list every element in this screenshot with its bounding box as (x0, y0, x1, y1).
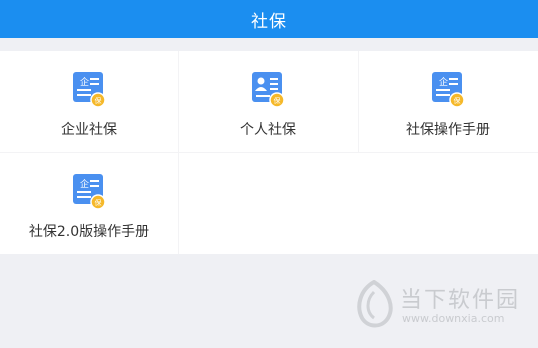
tile-label: 个人社保 (240, 122, 296, 138)
enterprise-card-icon: 企 保 (432, 72, 465, 108)
tile-personal-social-security[interactable]: 保 个人社保 (179, 51, 357, 152)
tile-enterprise-social-security[interactable]: 企 保 企业社保 (0, 51, 178, 152)
enterprise-card-icon: 企 保 (73, 72, 106, 108)
person-card-icon: 保 (252, 72, 285, 108)
app-header: 社保 (0, 0, 538, 38)
watermark-name: 当下软件园 (400, 288, 521, 313)
svg-text:企: 企 (439, 76, 448, 88)
watermark: 当下软件园 www.downxia.com (352, 280, 522, 330)
menu-grid: 企 保 企业社保 保 个人社保 企 保 社保操作手册 企 保 社保2.0版操作手… (0, 51, 538, 254)
tile-label: 社保操作手册 (406, 122, 490, 138)
svg-text:保: 保 (95, 198, 102, 207)
enterprise-card-icon: 企 保 (73, 174, 106, 210)
svg-text:保: 保 (274, 96, 281, 105)
svg-text:保: 保 (95, 96, 102, 105)
watermark-url: www.downxia.com (402, 312, 505, 325)
watermark-logo-icon (357, 280, 393, 328)
svg-text:企: 企 (80, 178, 89, 190)
page-title: 社保 (251, 11, 287, 32)
tile-label: 企业社保 (61, 122, 117, 138)
svg-text:保: 保 (454, 96, 461, 105)
tile-label: 社保2.0版操作手册 (28, 224, 150, 240)
tile-operation-manual[interactable]: 企 保 社保操作手册 (359, 51, 537, 152)
tile-operation-manual-v2[interactable]: 企 保 社保2.0版操作手册 (0, 153, 178, 254)
svg-text:企: 企 (80, 76, 89, 88)
